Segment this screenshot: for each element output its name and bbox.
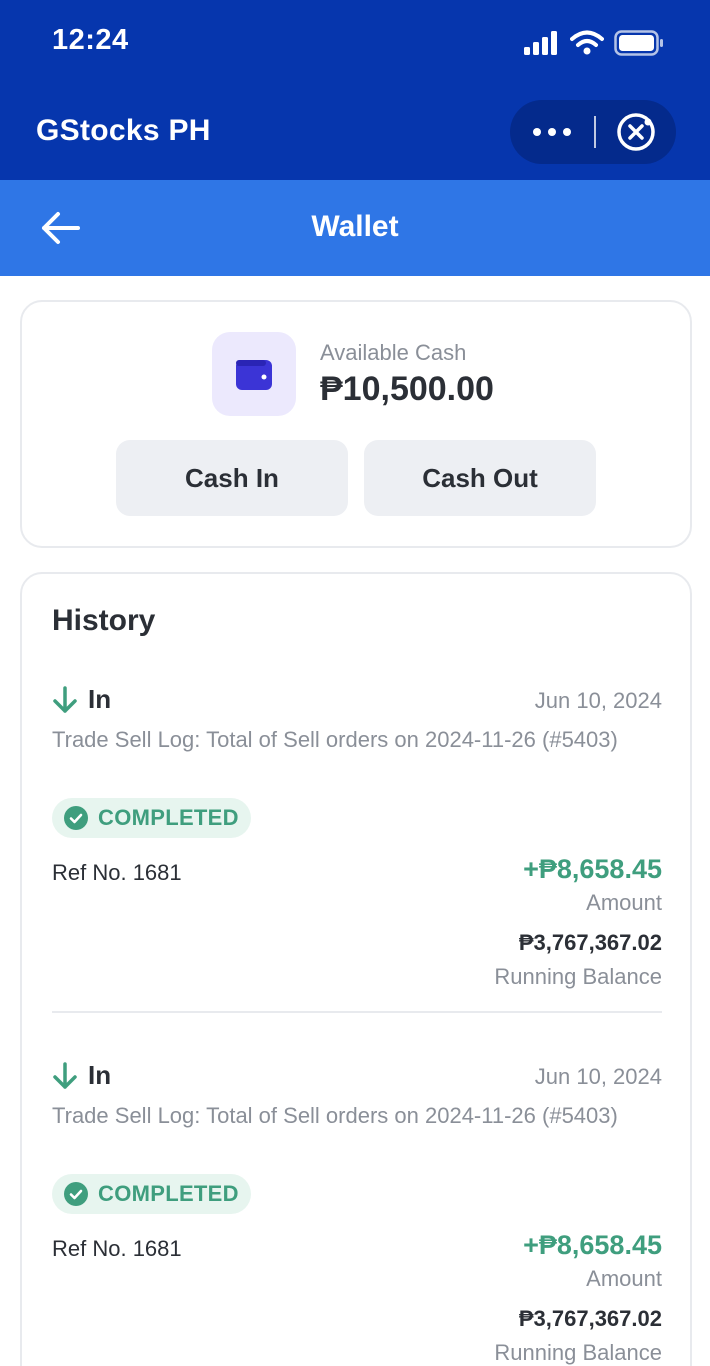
amount-label: Amount <box>586 1266 662 1291</box>
wifi-icon <box>570 30 604 55</box>
history-title: History <box>52 604 156 637</box>
more-dots-icon <box>533 128 541 136</box>
check-circle-icon <box>64 806 88 830</box>
history-divider <box>52 1011 662 1013</box>
transaction-amount: +₱8,658.45 <box>523 1230 662 1260</box>
signal-icon <box>524 31 557 55</box>
wallet-icon-box <box>212 332 296 416</box>
running-balance-value: ₱3,767,367.02 <box>518 1306 662 1331</box>
transaction-date: Jun 10, 2024 <box>534 688 662 713</box>
transaction-description: Trade Sell Log: Total of Sell orders on … <box>52 1103 618 1128</box>
cash-in-button[interactable]: Cash In <box>116 440 348 516</box>
amount-label: Amount <box>586 890 662 915</box>
battery-icon <box>614 30 663 56</box>
arrow-down-icon <box>53 1061 77 1089</box>
transaction-description: Trade Sell Log: Total of Sell orders on … <box>52 727 618 752</box>
reference-number: Ref No. 1681 <box>52 860 182 885</box>
status-bar: 12:24 <box>0 0 710 84</box>
running-balance-label: Running Balance <box>494 964 662 989</box>
close-circle-icon <box>617 113 655 151</box>
page-title: Wallet <box>311 210 399 243</box>
app-title: GStocks PH <box>36 114 211 147</box>
wallet-card: Available Cash ₱10,500.00 Cash In Cash O… <box>20 300 692 548</box>
status-time: 12:24 <box>52 24 129 56</box>
nav-bar: Wallet <box>0 180 710 276</box>
running-balance-label: Running Balance <box>494 1340 662 1365</box>
more-options-button[interactable] <box>510 128 594 136</box>
status-label: COMPLETED <box>98 805 239 830</box>
running-balance-value: ₱3,767,367.02 <box>518 930 662 955</box>
status-label: COMPLETED <box>98 1181 239 1206</box>
status-icons <box>524 30 664 56</box>
available-cash-label: Available Cash <box>320 340 467 365</box>
mini-program-capsule <box>510 100 676 164</box>
app-header: GStocks PH <box>0 84 710 180</box>
status-badge: COMPLETED <box>52 1174 251 1214</box>
reference-number: Ref No. 1681 <box>52 1236 182 1261</box>
history-item[interactable]: In Jun 10, 2024 Trade Sell Log: Total of… <box>52 1056 662 1366</box>
cash-out-button[interactable]: Cash Out <box>364 440 596 516</box>
check-circle-icon <box>64 1182 88 1206</box>
history-card: History In Jun 10, 2024 Trade Sell Log: … <box>20 572 692 1366</box>
close-miniapp-button[interactable] <box>596 112 676 152</box>
transaction-date: Jun 10, 2024 <box>534 1064 662 1089</box>
transaction-direction: In <box>88 1060 112 1090</box>
arrow-down-icon <box>53 685 77 713</box>
available-cash-value: ₱10,500.00 <box>320 370 494 408</box>
transaction-direction: In <box>88 684 112 714</box>
wallet-icon <box>236 360 272 390</box>
status-badge: COMPLETED <box>52 798 251 838</box>
history-item[interactable]: In Jun 10, 2024 Trade Sell Log: Total of… <box>52 680 662 1020</box>
transaction-amount: +₱8,658.45 <box>523 854 662 884</box>
